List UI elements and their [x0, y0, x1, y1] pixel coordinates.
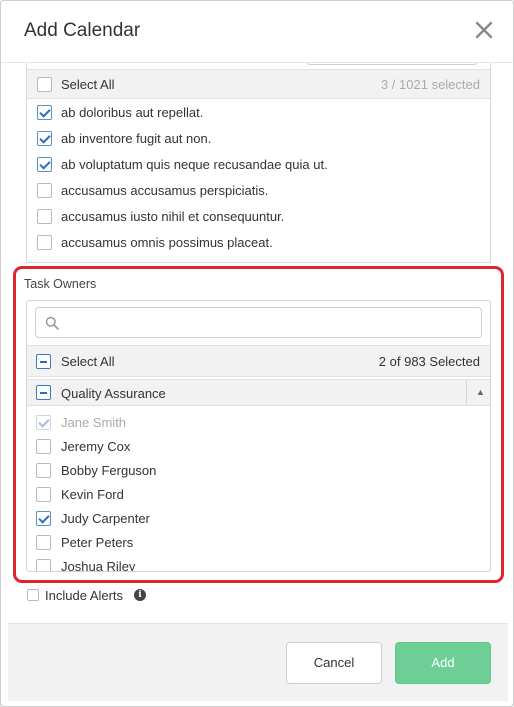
- select-all-checkbox[interactable]: [37, 77, 52, 92]
- cancel-button[interactable]: Cancel: [286, 642, 382, 684]
- item-checkbox[interactable]: [37, 183, 52, 198]
- list-item[interactable]: ab voluptatum quis neque recusandae quia…: [27, 151, 490, 177]
- item-label: accusamus omnis possimus placeat.: [61, 235, 273, 250]
- modal-header: Add Calendar: [1, 1, 513, 63]
- item-checkbox[interactable]: [36, 487, 51, 502]
- select-all-checkbox[interactable]: [36, 354, 51, 369]
- select-all-label: Select All: [61, 354, 115, 369]
- list-item[interactable]: ab inventore fugit aut non.: [27, 125, 490, 151]
- item-checkbox: [36, 415, 51, 430]
- item-label: Bobby Ferguson: [61, 463, 157, 478]
- item-label: accusamus iusto nihil et consequuntur.: [61, 209, 285, 224]
- item-label: Jane Smith: [61, 415, 127, 430]
- list-item[interactable]: Kevin Ford: [27, 483, 490, 507]
- item-label: accusamus accusamus perspiciatis.: [61, 183, 269, 198]
- list-item[interactable]: Joshua Riley: [27, 555, 490, 572]
- task-owners-list: Select All 2 of 983 Selected Quality Ass…: [26, 300, 491, 572]
- list-item[interactable]: Judy Carpenter: [27, 507, 490, 531]
- list-item[interactable]: Bobby Ferguson: [27, 459, 490, 483]
- selected-count: 3 / 1021 selected: [380, 77, 480, 92]
- item-label: Joshua Riley: [61, 559, 136, 572]
- include-alerts-checkbox[interactable]: [27, 589, 39, 601]
- task-owners-search[interactable]: [35, 307, 482, 338]
- modal-body: Select All 3 / 1021 selected ab doloribu…: [1, 55, 513, 618]
- list-item[interactable]: accusamus iusto nihil et consequuntur.: [27, 203, 490, 229]
- item-checkbox[interactable]: [36, 511, 51, 526]
- item-checkbox[interactable]: [36, 439, 51, 454]
- item-checkbox[interactable]: [37, 157, 52, 172]
- include-alerts-label: Include Alerts: [45, 588, 124, 603]
- item-label: Jeremy Cox: [61, 439, 131, 454]
- item-checkbox[interactable]: [37, 131, 52, 146]
- calendar-select-all-row[interactable]: Select All 3 / 1021 selected: [27, 69, 490, 99]
- item-label: Peter Peters: [61, 535, 134, 550]
- calendar-list: Select All 3 / 1021 selected ab doloribu…: [26, 55, 491, 263]
- search-icon: [45, 316, 59, 330]
- group-checkbox[interactable]: [36, 385, 51, 400]
- select-all-label: Select All: [61, 77, 115, 92]
- list-item: Jane Smith: [27, 411, 490, 435]
- item-label: Kevin Ford: [61, 487, 124, 502]
- list-item[interactable]: Jeremy Cox: [27, 435, 490, 459]
- info-icon[interactable]: i: [134, 589, 146, 601]
- list-item[interactable]: accusamus accusamus perspiciatis.: [27, 177, 490, 203]
- item-label: ab inventore fugit aut non.: [61, 131, 212, 146]
- list-item[interactable]: ab doloribus aut repellat.: [27, 99, 490, 125]
- item-label: ab doloribus aut repellat.: [61, 105, 204, 120]
- item-checkbox[interactable]: [36, 559, 51, 571]
- item-checkbox[interactable]: [37, 235, 52, 250]
- task-owners-title: Task Owners: [24, 277, 97, 291]
- close-icon[interactable]: [473, 19, 495, 41]
- modal-title: Add Calendar: [24, 20, 141, 41]
- selected-count: 2 of 983 Selected: [378, 354, 480, 369]
- item-label: Judy Carpenter: [61, 511, 150, 526]
- item-checkbox[interactable]: [37, 105, 52, 120]
- search-input[interactable]: [66, 313, 466, 333]
- group-label: Quality Assurance: [61, 386, 166, 401]
- item-checkbox[interactable]: [37, 209, 52, 224]
- chevron-up-icon: ▲: [476, 387, 485, 397]
- list-item[interactable]: accusamus omnis possimus placeat.: [27, 229, 490, 255]
- modal-footer: Cancel Add: [8, 623, 508, 701]
- collapse-group-button[interactable]: ▲: [466, 380, 490, 405]
- add-calendar-modal: Add Calendar Select All 3 / 1021 selecte…: [0, 0, 514, 707]
- item-label: ab voluptatum quis neque recusandae quia…: [61, 157, 328, 172]
- group-row-quality-assurance[interactable]: Quality Assurance ▲: [27, 379, 490, 406]
- item-checkbox[interactable]: [36, 463, 51, 478]
- add-button[interactable]: Add: [395, 642, 491, 684]
- list-item[interactable]: Peter Peters: [27, 531, 490, 555]
- owners-select-all-row[interactable]: Select All 2 of 983 Selected: [27, 345, 490, 377]
- item-checkbox[interactable]: [36, 535, 51, 550]
